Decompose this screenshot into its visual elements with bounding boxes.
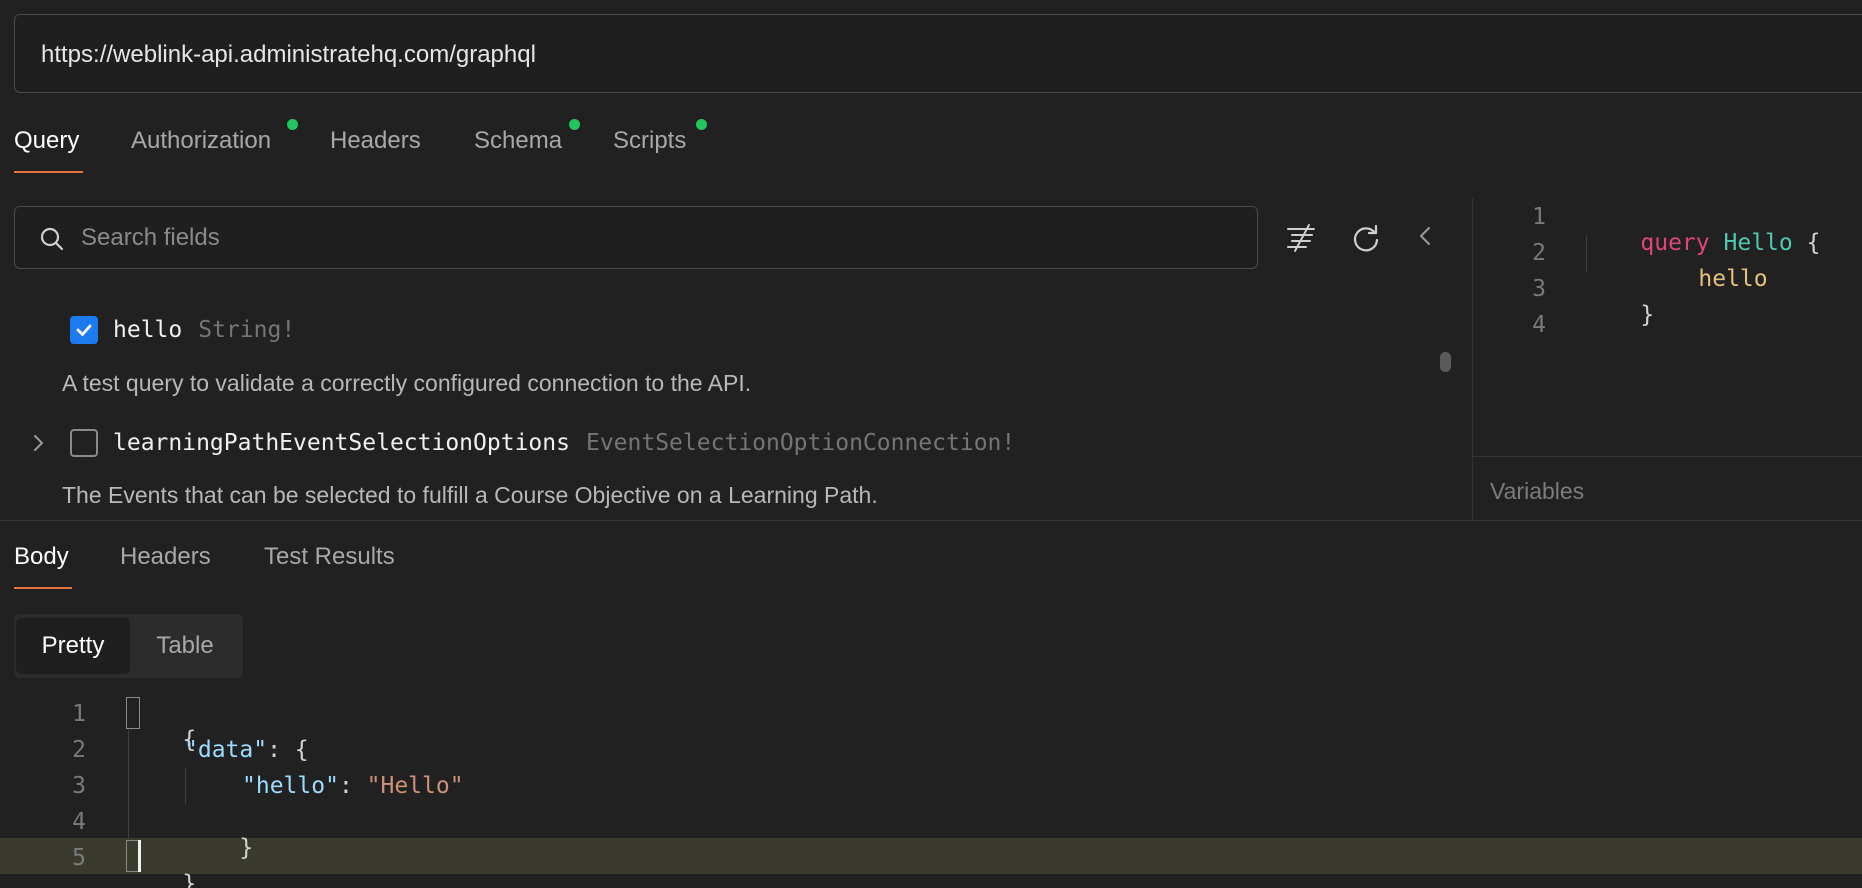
collapse-chevron-left-icon[interactable] xyxy=(1408,218,1444,254)
query-field: hello xyxy=(1698,266,1768,292)
fields-scrollbar[interactable] xyxy=(1440,352,1451,372)
scripts-status-dot xyxy=(696,119,707,130)
refresh-icon[interactable] xyxy=(1348,220,1384,256)
indent-guide xyxy=(1586,236,1587,272)
expand-chevron-icon[interactable] xyxy=(26,431,50,455)
search-input[interactable] xyxy=(81,219,1241,257)
json-colon: : xyxy=(338,773,367,799)
tab-query[interactable]: Query xyxy=(14,127,79,155)
json-line: "hello": "Hello" xyxy=(242,773,464,799)
open-brace: { xyxy=(1806,230,1821,256)
panel-divider[interactable] xyxy=(1472,198,1473,520)
field-description: The Events that can be selected to fulfi… xyxy=(62,482,878,508)
view-toggle: Pretty Table xyxy=(14,614,243,678)
line-number: 1 xyxy=(1532,204,1546,230)
tab-body[interactable]: Body xyxy=(14,543,69,571)
json-open-brace: { xyxy=(294,737,309,763)
schema-status-dot xyxy=(569,119,580,130)
prettify-icon[interactable] xyxy=(1283,220,1319,256)
json-line: "data": { xyxy=(184,737,309,763)
checkmark-icon xyxy=(76,324,92,336)
json-key: "hello" xyxy=(242,773,339,799)
pretty-button[interactable]: Pretty xyxy=(16,618,130,674)
json-key: "data" xyxy=(184,737,268,763)
tab-test-results[interactable]: Test Results xyxy=(264,543,395,571)
field-description: A test query to validate a correctly con… xyxy=(62,370,752,396)
field-checkbox-learning-path[interactable] xyxy=(70,429,98,457)
json-close-brace: } xyxy=(182,871,197,888)
field-name[interactable]: hello xyxy=(113,317,182,343)
tab-scripts[interactable]: Scripts xyxy=(613,127,686,155)
tab-schema[interactable]: Schema xyxy=(474,127,562,155)
variables-divider xyxy=(1473,456,1862,457)
response-divider[interactable] xyxy=(0,520,1862,521)
json-colon: : xyxy=(267,737,295,763)
table-button[interactable]: Table xyxy=(132,618,238,674)
tab-headers[interactable]: Headers xyxy=(330,127,421,155)
url-text: https://weblink-api.administratehq.com/g… xyxy=(41,41,536,68)
query-line: hello xyxy=(1643,240,1768,318)
line-number: 4 xyxy=(72,809,86,835)
tab-body-underline xyxy=(14,587,72,589)
line-number: 4 xyxy=(1532,312,1546,338)
line-number: 2 xyxy=(1532,240,1546,266)
tab-authorization[interactable]: Authorization xyxy=(131,127,271,155)
line-number: 1 xyxy=(72,701,86,727)
text-cursor xyxy=(138,840,141,872)
current-line-highlight xyxy=(0,838,1862,874)
field-row-hello: hello String! xyxy=(70,316,295,344)
line-number: 3 xyxy=(72,773,86,799)
authorization-status-dot xyxy=(287,119,298,130)
field-name[interactable]: learningPathEventSelectionOptions xyxy=(113,430,570,456)
search-fields-box xyxy=(14,206,1258,269)
json-string-value: "Hello" xyxy=(366,773,464,799)
variables-label[interactable]: Variables xyxy=(1490,478,1584,505)
field-checkbox-hello[interactable] xyxy=(70,316,98,344)
field-type: EventSelectionOptionConnection! xyxy=(585,430,1016,456)
json-close-brace: } xyxy=(239,835,254,861)
search-icon xyxy=(40,227,64,251)
query-line: } xyxy=(1585,276,1654,354)
line-number: 3 xyxy=(1532,276,1546,302)
field-type: String! xyxy=(198,317,296,343)
close-brace: } xyxy=(1640,302,1655,328)
line-number: 5 xyxy=(72,845,86,871)
tab-query-underline xyxy=(14,171,83,173)
line-number: 2 xyxy=(72,737,86,763)
field-row-learning-path: learningPathEventSelectionOptions EventS… xyxy=(70,429,1015,457)
url-input[interactable]: https://weblink-api.administratehq.com/g… xyxy=(14,14,1862,93)
tab-response-headers[interactable]: Headers xyxy=(120,543,211,571)
